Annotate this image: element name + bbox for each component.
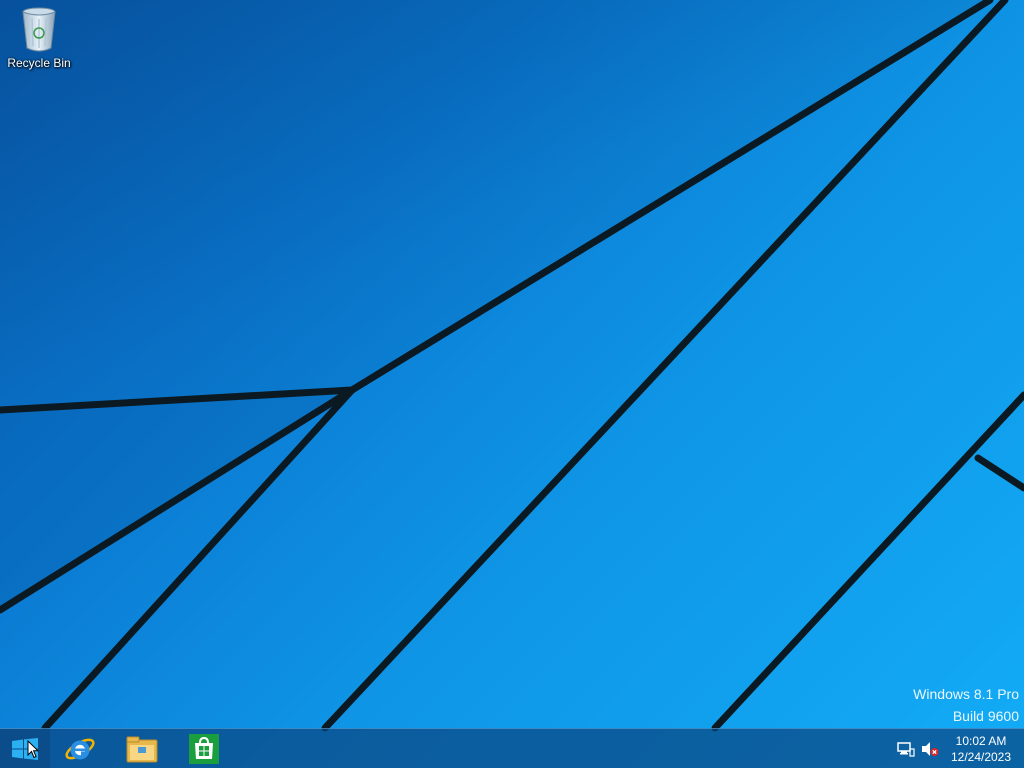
watermark-build: Build 9600 xyxy=(952,708,1019,724)
taskbar: 10:02 AM 12/24/2023 xyxy=(0,728,1024,768)
wallpaper xyxy=(0,0,1024,732)
recycle-bin-icon xyxy=(22,7,56,52)
taskbar-store[interactable] xyxy=(174,729,234,768)
mouse-cursor-icon xyxy=(27,740,39,759)
network-icon[interactable] xyxy=(897,741,915,757)
desktop-icon-label: Recycle Bin xyxy=(7,56,71,70)
taskbar-internet-explorer[interactable] xyxy=(50,729,110,768)
taskbar-file-explorer[interactable] xyxy=(112,729,172,768)
clock-date: 12/24/2023 xyxy=(950,750,1012,764)
windows-store-icon xyxy=(189,734,219,764)
file-explorer-icon xyxy=(126,736,158,763)
watermark-edition: Windows 8.1 Pro xyxy=(913,686,1019,702)
internet-explorer-icon xyxy=(65,738,95,760)
desktop: Recycle Bin Windows 8.1 Pro Build 9600 1… xyxy=(0,0,1024,768)
clock-time: 10:02 AM xyxy=(955,734,1007,748)
desktop-icon-recycle-bin[interactable]: Recycle Bin xyxy=(4,6,74,70)
volume-muted-icon[interactable] xyxy=(921,741,939,757)
start-button[interactable] xyxy=(0,729,50,768)
taskbar-clock[interactable]: 10:02 AM 12/24/2023 xyxy=(944,733,1018,765)
windows-watermark: Windows 8.1 Pro Build 9600 xyxy=(913,683,1019,727)
